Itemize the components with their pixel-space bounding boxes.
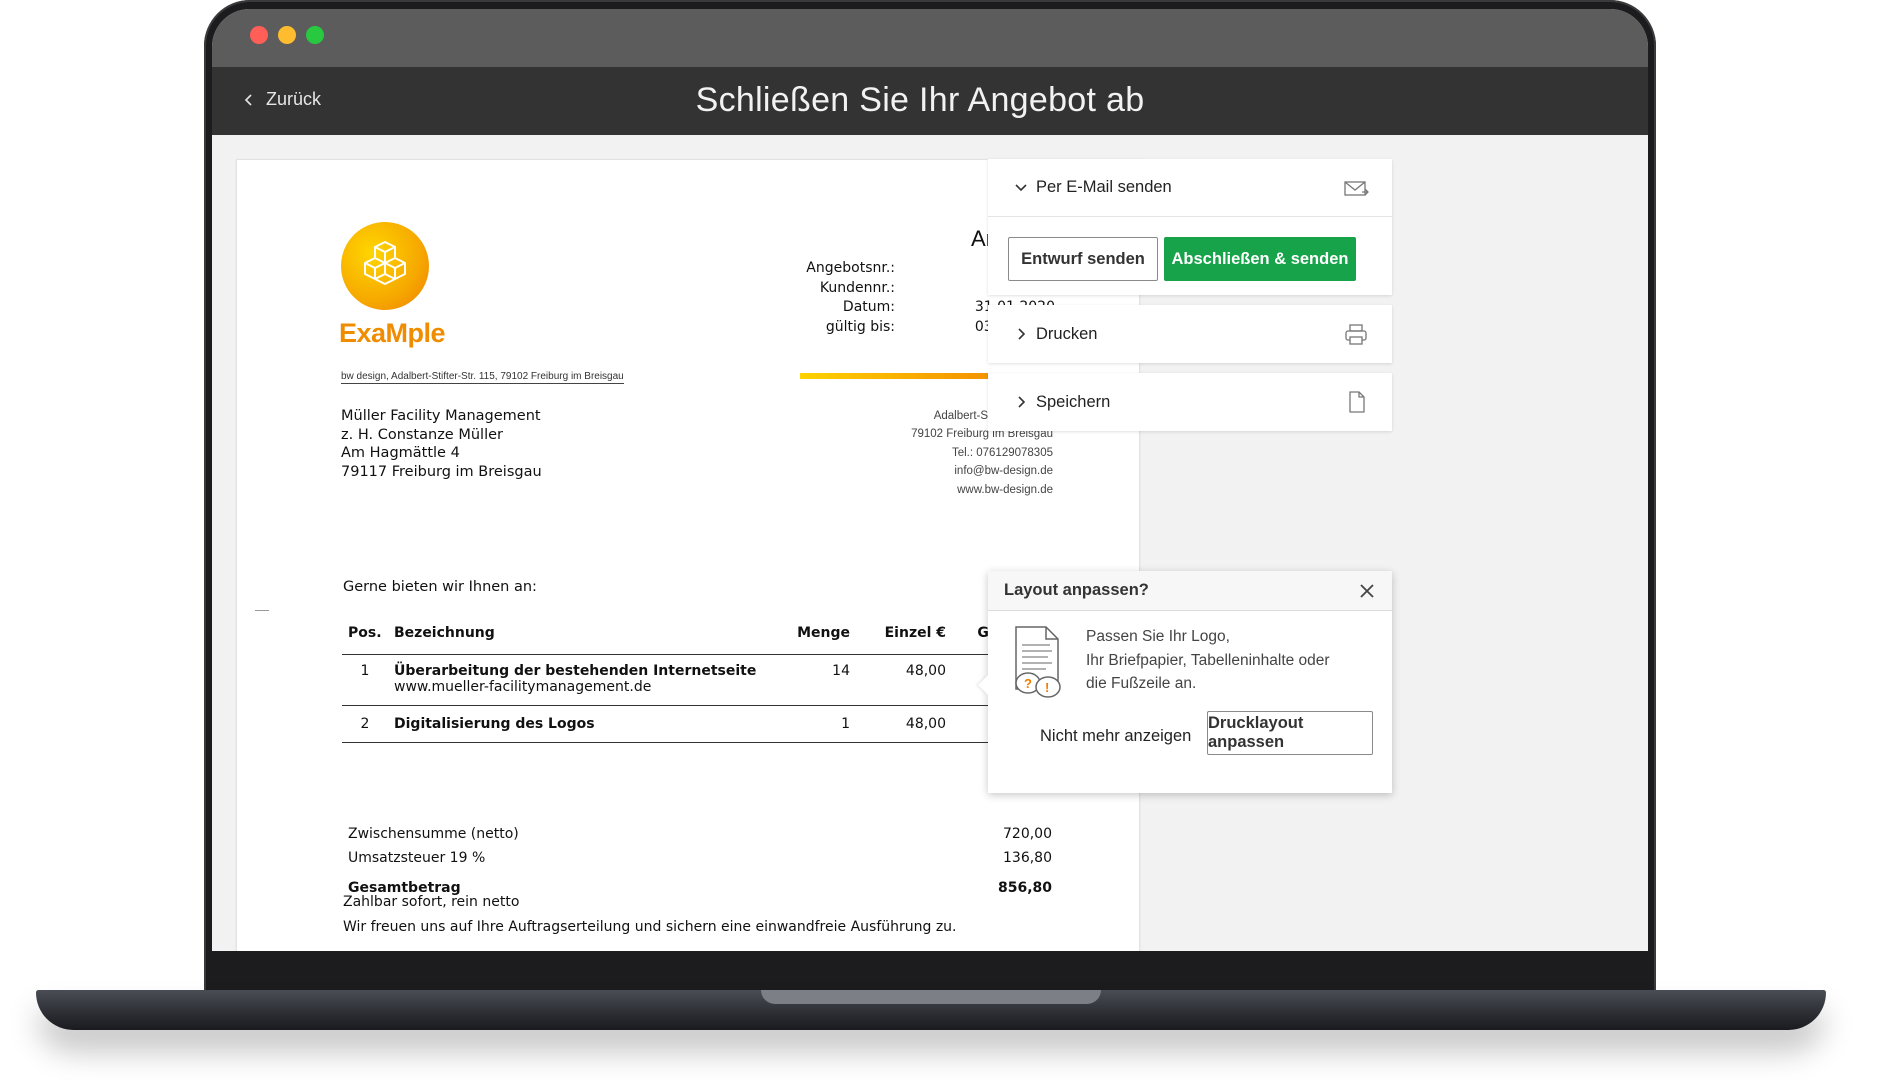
header-pos: Pos.: [342, 624, 388, 655]
chevron-down-icon: [1015, 183, 1027, 191]
customize-layout-button[interactable]: Drucklayout anpassen: [1207, 711, 1373, 755]
popover-text-line: die Fußzeile an.: [1086, 675, 1197, 692]
printer-icon: [1345, 324, 1367, 345]
email-label: Per E-Mail senden: [1036, 178, 1172, 196]
cell-bezeichnung: Digitalisierung des Logos: [388, 705, 792, 743]
item-subtitle: www.mueller-facilitymanagement.de: [394, 678, 652, 695]
recipient-address: Müller Facility Management z. H. Constan…: [341, 407, 542, 481]
payment-terms: Zahlbar sofort, rein netto: [343, 894, 520, 910]
envelope-icon: [1344, 180, 1369, 196]
recipient-line: Am Hagmättle 4: [341, 445, 460, 461]
cell-menge: 14: [791, 654, 856, 706]
recipient-line: 79117 Freiburg im Breisgau: [341, 463, 542, 480]
table-row: 2 Digitalisierung des Logos 1 48,00 48,0…: [342, 705, 1058, 743]
popover-description: Passen Sie Ihr Logo, Ihr Briefpapier, Ta…: [1086, 625, 1330, 696]
email-panel: Per E-Mail senden Entwurf senden Abschli…: [988, 159, 1392, 295]
subtotal-row: Zwischensumme (netto) 720,00: [348, 826, 1052, 850]
save-panel: Speichern: [988, 373, 1392, 431]
header-einzel: Einzel €: [856, 624, 952, 655]
zoom-window-button[interactable]: [306, 26, 324, 44]
company-logo: [341, 222, 429, 310]
tax-value: 136,80: [1003, 850, 1052, 866]
email-section-toggle[interactable]: Per E-Mail senden: [988, 159, 1392, 217]
meta-label: gültig bis:: [825, 318, 895, 335]
logo-wordmark: ExaMple: [339, 318, 446, 348]
item-title: Überarbeitung der bestehenden Internetse…: [394, 662, 757, 679]
dont-show-again-link[interactable]: Nicht mehr anzeigen: [1040, 727, 1191, 746]
layout-tip-popover: Layout anpassen? ? ! Passen Sie Ihr Logo…: [988, 571, 1392, 793]
cell-einzel: 48,00: [856, 705, 952, 743]
send-draft-button[interactable]: Entwurf senden: [1008, 237, 1158, 281]
finish-and-send-button[interactable]: Abschließen & senden: [1164, 237, 1356, 281]
close-window-button[interactable]: [250, 26, 268, 44]
print-label: Drucken: [1036, 324, 1098, 343]
document-footer: Zahlbar sofort, rein netto Wir freuen un…: [343, 890, 957, 940]
laptop-notch: [761, 990, 1101, 1004]
meta-label: Datum:: [842, 299, 895, 315]
cube-logo-icon: [364, 241, 406, 285]
item-title: Digitalisierung des Logos: [394, 715, 595, 732]
table-header-row: Pos. Bezeichnung Menge Einzel € Gesamt €: [342, 624, 1058, 655]
popover-text-line: Ihr Briefpapier, Tabelleninhalte oder: [1086, 651, 1330, 669]
cell-einzel: 48,00: [856, 654, 952, 706]
svg-text:!: !: [1045, 680, 1049, 695]
closing-text: Wir freuen uns auf Ihre Auftragserteilun…: [343, 919, 957, 935]
intro-text: Gerne bieten wir Ihnen an:: [343, 579, 537, 595]
popover-header: Layout anpassen?: [988, 571, 1392, 611]
fold-mark: [255, 610, 269, 611]
app-header: Zurück Schließen Sie Ihr Angebot ab: [212, 67, 1648, 135]
svg-text:?: ?: [1024, 676, 1032, 691]
close-icon[interactable]: [1358, 582, 1376, 600]
cell-menge: 1: [791, 705, 856, 743]
sender-line: info@bw-design.de: [954, 465, 1053, 477]
chevron-right-icon: [1018, 396, 1026, 408]
file-icon: [1349, 391, 1365, 413]
popover-title: Layout anpassen?: [1004, 581, 1149, 599]
minimize-window-button[interactable]: [278, 26, 296, 44]
tax-row: Umsatzsteuer 19 % 136,80: [348, 850, 1052, 874]
items-table: Pos. Bezeichnung Menge Einzel € Gesamt €…: [342, 624, 1058, 743]
save-label: Speichern: [1036, 392, 1111, 411]
subtotal-label: Zwischensumme (netto): [348, 826, 519, 842]
cell-pos: 2: [342, 705, 388, 743]
header-menge: Menge: [791, 624, 856, 655]
cell-pos: 1: [342, 654, 388, 706]
table-row: 1 Überarbeitung der bestehenden Internet…: [342, 654, 1058, 706]
print-panel: Drucken: [988, 305, 1392, 363]
meta-label: Kundennr.:: [819, 279, 895, 296]
main-content: ExaMple bw design, Adalbert-Stifter-Str.…: [212, 135, 1648, 951]
chevron-right-icon: [1018, 328, 1026, 340]
print-section-toggle[interactable]: Drucken: [988, 305, 1392, 363]
save-section-toggle[interactable]: Speichern: [988, 373, 1392, 431]
document-help-icon: ? !: [1015, 626, 1061, 698]
window-titlebar: [212, 9, 1648, 67]
sender-line: www.bw-design.de: [957, 483, 1053, 496]
recipient-line: z. H. Constanze Müller: [341, 426, 503, 443]
recipient-line: Müller Facility Management: [341, 408, 541, 424]
popover-body: ? ! Passen Sie Ihr Logo, Ihr Briefpapier…: [988, 611, 1392, 793]
popover-text-line: Passen Sie Ihr Logo,: [1086, 628, 1230, 645]
header-bezeichnung: Bezeichnung: [388, 624, 792, 655]
tax-label: Umsatzsteuer 19 %: [348, 850, 486, 866]
cell-bezeichnung: Überarbeitung der bestehenden Internetse…: [388, 654, 792, 706]
app-window: Zurück Schließen Sie Ihr Angebot ab ExaM…: [212, 9, 1648, 951]
meta-label: Angebotsnr.:: [806, 260, 895, 276]
sender-line: Tel.: 076129078305: [951, 446, 1053, 459]
sender-return-line: bw design, Adalbert-Stifter-Str. 115, 79…: [341, 371, 624, 384]
grand-total-value: 856,80: [997, 880, 1052, 896]
subtotal-value: 720,00: [1003, 826, 1052, 842]
page-title: Schließen Sie Ihr Angebot ab: [695, 81, 1145, 119]
